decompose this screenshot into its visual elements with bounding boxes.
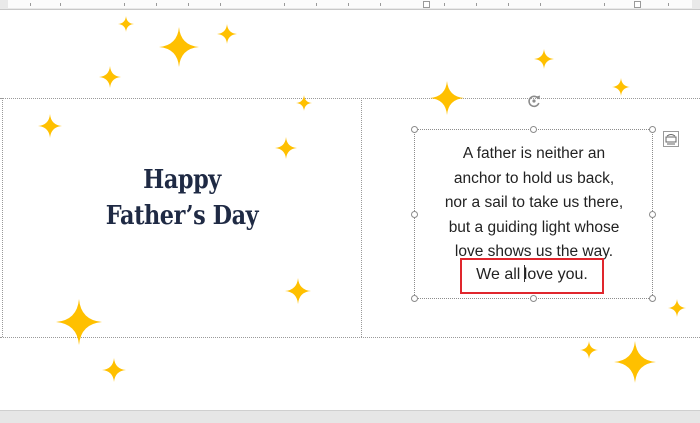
star-icon — [56, 299, 102, 345]
ruler-tick — [380, 3, 381, 6]
resize-handle-bottom-left[interactable] — [411, 295, 418, 302]
ruler-indent-marker[interactable] — [634, 1, 641, 8]
star-icon — [118, 16, 134, 32]
horizontal-ruler[interactable] — [0, 0, 700, 10]
resize-handle-top-left[interactable] — [411, 126, 418, 133]
ruler-tick — [540, 3, 541, 6]
star-icon — [614, 341, 656, 383]
ruler-indent-marker[interactable] — [423, 1, 430, 8]
resize-handle-top-right[interactable] — [649, 126, 656, 133]
resize-handle-left[interactable] — [411, 211, 418, 218]
card-fold-line — [361, 98, 362, 337]
ruler-tick — [124, 3, 125, 6]
star-icon — [217, 24, 237, 44]
star-icon — [534, 49, 554, 69]
ruler-tick — [508, 3, 509, 6]
title-line-2: Father’s Day — [105, 201, 259, 231]
layout-options-button[interactable] — [663, 131, 679, 147]
star-icon — [275, 137, 297, 159]
closing-text-after-cursor: love you. — [523, 266, 588, 283]
closing-text-before-cursor: We all — [476, 266, 525, 283]
ruler-tick — [604, 3, 605, 6]
ruler-tick — [60, 3, 61, 6]
poem-text[interactable]: A father is neither an anchor to hold us… — [420, 142, 648, 265]
ruler-tick — [30, 3, 31, 6]
layout-options-icon — [665, 134, 677, 145]
star-icon — [430, 81, 464, 115]
ruler-tick — [444, 3, 445, 6]
star-icon — [580, 341, 598, 359]
ruler-tick — [316, 3, 317, 6]
star-icon — [38, 114, 62, 138]
card-top-border — [0, 98, 700, 99]
ruler-tick — [220, 3, 221, 6]
star-icon — [102, 358, 126, 382]
star-icon — [668, 299, 686, 317]
card-bottom-border — [0, 337, 700, 338]
star-icon — [159, 27, 199, 67]
star-icon — [612, 78, 630, 96]
poem-line: A father is neither an — [462, 145, 606, 162]
closing-line-highlight[interactable]: We all love you. — [460, 258, 604, 294]
resize-handle-top[interactable] — [530, 126, 537, 133]
window-bottom-edge — [0, 410, 700, 423]
poem-line: but a guiding light whose — [448, 218, 620, 236]
card-left-border — [2, 98, 3, 337]
poem-line: anchor to hold us back, — [453, 169, 615, 187]
star-icon — [285, 278, 311, 304]
ruler-tick — [156, 3, 157, 6]
title-line-1: Happy — [143, 165, 221, 195]
ruler-track — [8, 0, 692, 8]
star-icon — [296, 95, 312, 111]
resize-handle-bottom-right[interactable] — [649, 295, 656, 302]
ruler-tick — [284, 3, 285, 6]
poem-line: nor a sail to take us there, — [444, 194, 624, 211]
ruler-tick — [348, 3, 349, 6]
resize-handle-bottom[interactable] — [530, 295, 537, 302]
star-icon — [99, 66, 121, 88]
rotate-handle-icon[interactable] — [526, 93, 542, 109]
resize-handle-right[interactable] — [649, 211, 656, 218]
ruler-tick — [668, 3, 669, 6]
ruler-tick — [188, 3, 189, 6]
card-title[interactable]: Happy Father’s Day — [96, 162, 268, 234]
ruler-tick — [476, 3, 477, 6]
